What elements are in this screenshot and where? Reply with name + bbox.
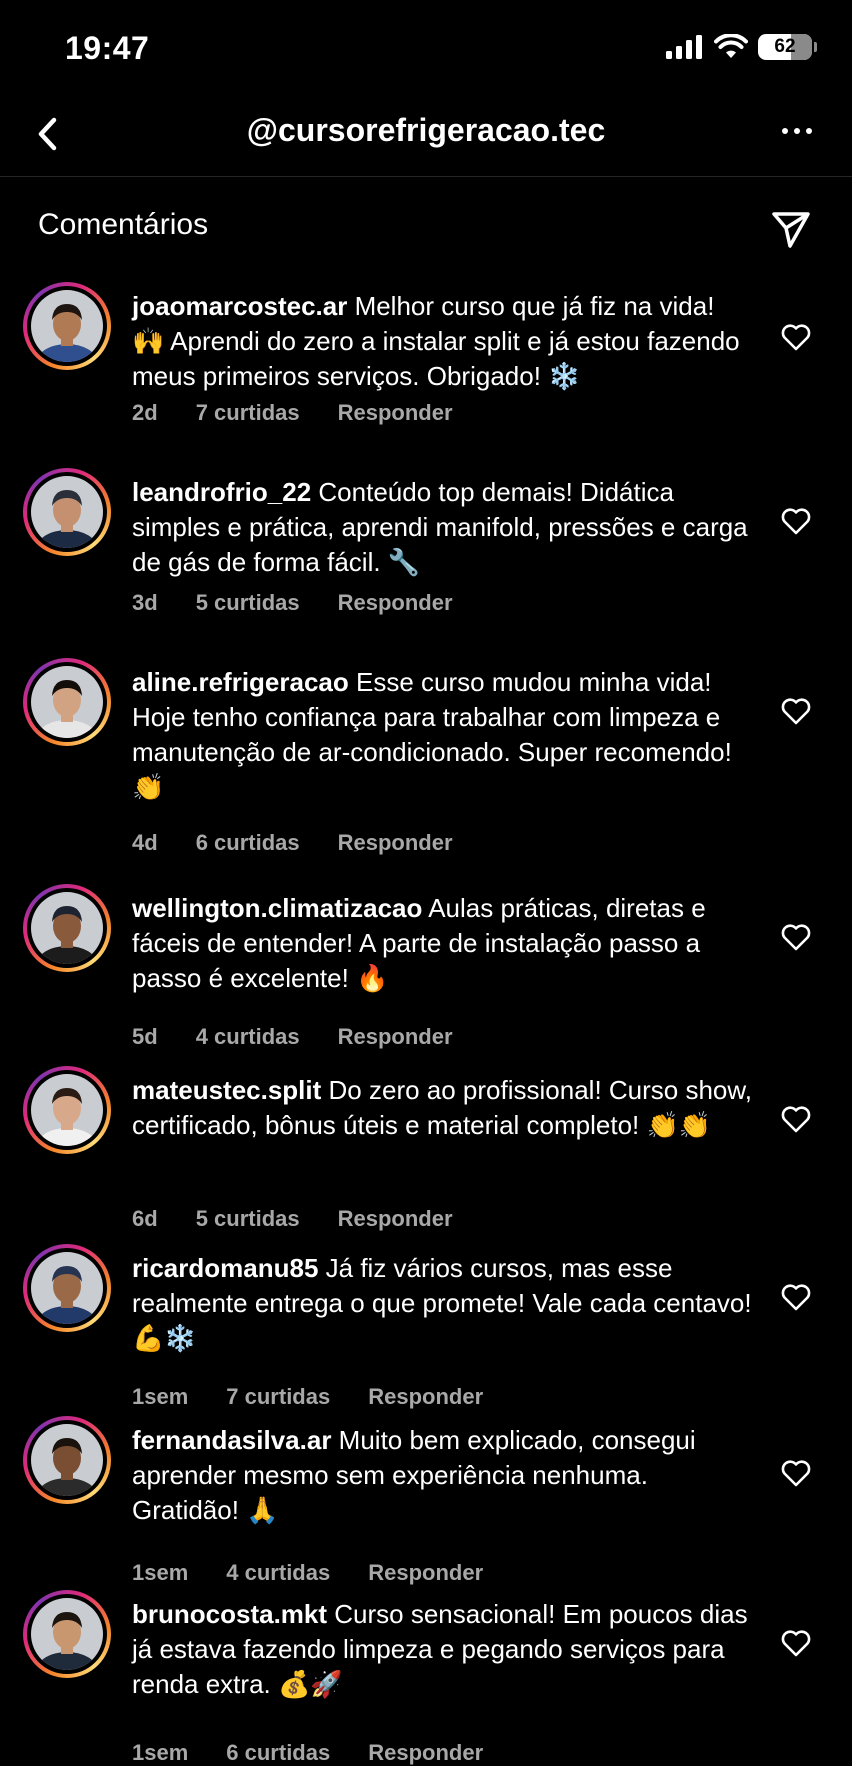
- avatar[interactable]: [31, 892, 103, 964]
- reply-button[interactable]: Responder: [368, 1384, 483, 1410]
- avatar-story-ring[interactable]: [23, 884, 111, 972]
- reply-button[interactable]: Responder: [338, 1206, 453, 1232]
- comment-meta: 6d 5 curtidas Responder: [132, 1206, 453, 1232]
- avatar-story-ring[interactable]: [23, 282, 111, 370]
- avatar-story-ring[interactable]: [23, 658, 111, 746]
- comment-likes-count[interactable]: 6 curtidas: [196, 830, 300, 856]
- heart-icon[interactable]: [780, 322, 812, 352]
- heart-icon[interactable]: [780, 1282, 812, 1312]
- comment-text-block: brunocosta.mkt Curso sensacional! Em pou…: [132, 1597, 752, 1702]
- comment-timestamp: 1sem: [132, 1560, 189, 1585]
- comment-text-block: leandrofrio_22 Conteúdo top demais! Didá…: [132, 475, 752, 580]
- comments-heading: Comentários: [38, 208, 209, 241]
- wifi-icon: [714, 34, 748, 58]
- comment-text-block: joaomarcostec.ar Melhor curso que já fiz…: [132, 289, 752, 394]
- heart-icon[interactable]: [780, 506, 812, 536]
- comment-timestamp: 6d: [132, 1206, 158, 1231]
- comment-meta: 2d 7 curtidas Responder: [132, 400, 453, 426]
- comment-username[interactable]: aline.refrigeracao: [132, 667, 349, 697]
- avatar-story-ring[interactable]: [23, 1416, 111, 1504]
- comment-timestamp: 2d: [132, 400, 158, 425]
- comment-text-block: aline.refrigeracao Esse curso mudou minh…: [132, 665, 752, 805]
- comment-username[interactable]: wellington.climatizacao: [132, 893, 422, 923]
- comment-likes-count[interactable]: 7 curtidas: [196, 400, 300, 426]
- comment-username[interactable]: joaomarcostec.ar: [132, 291, 347, 321]
- battery-icon: 62: [758, 34, 817, 60]
- avatar[interactable]: [31, 476, 103, 548]
- avatar-story-ring[interactable]: [23, 1066, 111, 1154]
- comment-timestamp: 1sem: [132, 1384, 189, 1409]
- comment-timestamp: 4d: [132, 830, 158, 855]
- heart-icon[interactable]: [780, 1104, 812, 1134]
- reply-button[interactable]: Responder: [338, 590, 453, 616]
- reply-button[interactable]: Responder: [368, 1740, 483, 1766]
- send-icon[interactable]: [770, 208, 812, 250]
- battery-level: 62: [774, 36, 796, 57]
- reply-button[interactable]: Responder: [338, 400, 453, 426]
- cellular-signal-icon: [666, 35, 702, 59]
- comment-likes-count[interactable]: 4 curtidas: [226, 1560, 330, 1586]
- comment-timestamp: 3d: [132, 590, 158, 615]
- comment-username[interactable]: brunocosta.mkt: [132, 1599, 327, 1629]
- page-title: @cursorefrigeracao.tec: [246, 112, 606, 148]
- comment-text-block: wellington.climatizacao Aulas práticas, …: [132, 891, 752, 996]
- avatar[interactable]: [31, 1074, 103, 1146]
- status-bar: 19:47 62: [0, 0, 852, 100]
- avatar[interactable]: [31, 1424, 103, 1496]
- avatar-story-ring[interactable]: [23, 1590, 111, 1678]
- more-options-icon[interactable]: [782, 128, 812, 134]
- avatar[interactable]: [31, 1252, 103, 1324]
- comment-text-block: fernandasilva.ar Muito bem explicado, co…: [132, 1423, 752, 1528]
- avatar-story-ring[interactable]: [23, 1244, 111, 1332]
- comment-likes-count[interactable]: 4 curtidas: [196, 1024, 300, 1050]
- comment-likes-count[interactable]: 5 curtidas: [196, 590, 300, 616]
- comment-meta: 1sem 6 curtidas Responder: [132, 1740, 483, 1766]
- comment-likes-count[interactable]: 5 curtidas: [196, 1206, 300, 1232]
- avatar[interactable]: [31, 290, 103, 362]
- comment-meta: 5d 4 curtidas Responder: [132, 1024, 453, 1050]
- comment-timestamp: 1sem: [132, 1740, 189, 1765]
- heart-icon[interactable]: [780, 922, 812, 952]
- clock: 19:47: [65, 30, 150, 66]
- reply-button[interactable]: Responder: [338, 830, 453, 856]
- avatar[interactable]: [31, 666, 103, 738]
- avatar[interactable]: [31, 1598, 103, 1670]
- comment-timestamp: 5d: [132, 1024, 158, 1049]
- comment-text-block: ricardomanu85 Já fiz vários cursos, mas …: [132, 1251, 752, 1356]
- comment-username[interactable]: mateustec.split: [132, 1075, 321, 1105]
- heart-icon[interactable]: [780, 1458, 812, 1488]
- comment-username[interactable]: leandrofrio_22: [132, 477, 311, 507]
- comment-meta: 4d 6 curtidas Responder: [132, 830, 453, 856]
- status-icons: 62: [666, 34, 817, 60]
- comment-username[interactable]: ricardomanu85: [132, 1253, 318, 1283]
- comment-likes-count[interactable]: 7 curtidas: [226, 1384, 330, 1410]
- reply-button[interactable]: Responder: [338, 1024, 453, 1050]
- heart-icon[interactable]: [780, 696, 812, 726]
- comment-username[interactable]: fernandasilva.ar: [132, 1425, 331, 1455]
- navigation-bar: @cursorefrigeracao.tec: [0, 100, 852, 177]
- comment-meta: 3d 5 curtidas Responder: [132, 590, 453, 616]
- reply-button[interactable]: Responder: [368, 1560, 483, 1586]
- avatar-story-ring[interactable]: [23, 468, 111, 556]
- comment-meta: 1sem 7 curtidas Responder: [132, 1384, 483, 1410]
- comment-text-block: mateustec.split Do zero ao profissional!…: [132, 1073, 752, 1143]
- comment-meta: 1sem 4 curtidas Responder: [132, 1560, 483, 1586]
- comment-likes-count[interactable]: 6 curtidas: [226, 1740, 330, 1766]
- heart-icon[interactable]: [780, 1628, 812, 1658]
